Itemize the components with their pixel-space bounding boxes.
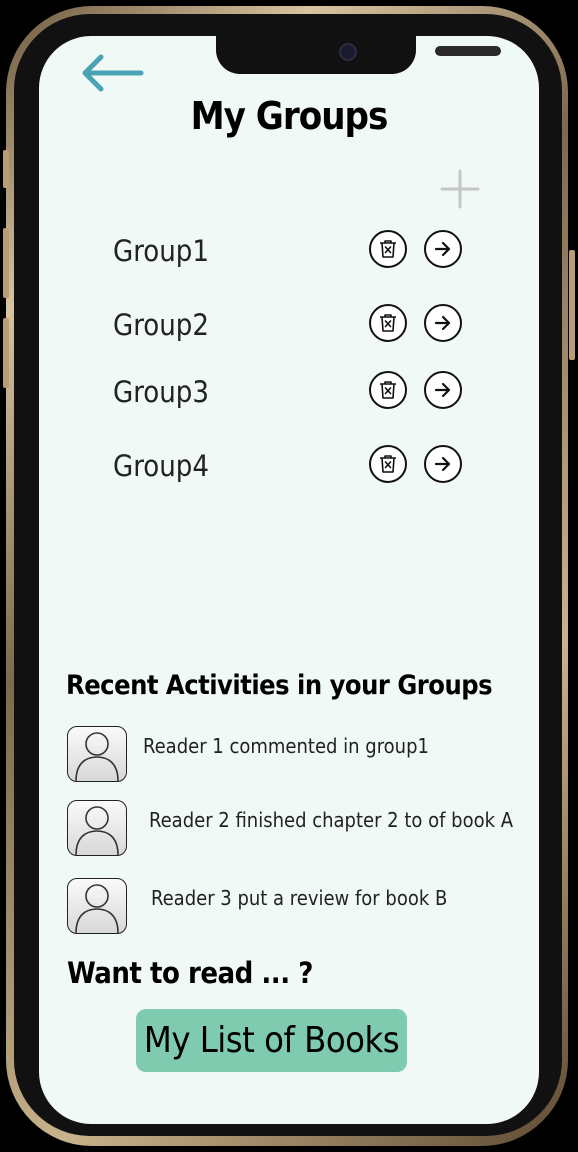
my-list-of-books-button[interactable]: My List of Books	[136, 1009, 407, 1072]
want-to-read-heading: Want to read ... ?	[67, 956, 313, 990]
user-icon	[75, 732, 119, 781]
open-group-button[interactable]	[424, 304, 462, 342]
avatar[interactable]	[67, 726, 127, 782]
volume-up-button	[3, 228, 9, 298]
group-name[interactable]: Group4	[113, 449, 209, 483]
user-icon	[75, 884, 119, 933]
recent-activities-heading: Recent Activities in your Groups	[66, 670, 493, 701]
group-name[interactable]: Group1	[113, 234, 209, 268]
avatar[interactable]	[67, 800, 127, 856]
power-button	[569, 250, 575, 360]
activity-text: Reader 2 finished chapter 2 to of book A	[149, 808, 514, 832]
open-group-button[interactable]	[424, 371, 462, 409]
open-group-button[interactable]	[424, 230, 462, 268]
notch	[216, 36, 501, 74]
arrow-right-icon	[434, 315, 451, 331]
silent-switch	[3, 150, 9, 188]
activity-text: Reader 3 put a review for book B	[151, 886, 448, 910]
back-button[interactable]	[79, 54, 145, 92]
trash-x-icon	[380, 455, 396, 473]
avatar[interactable]	[67, 878, 127, 934]
trash-x-icon	[380, 381, 396, 399]
group-name[interactable]: Group3	[113, 375, 209, 409]
delete-group-button[interactable]	[369, 230, 407, 268]
arrow-left-icon	[82, 54, 144, 92]
group-row: Group4	[109, 445, 479, 489]
group-row: Group1	[109, 230, 479, 274]
group-name[interactable]: Group2	[113, 308, 209, 342]
activity-item[interactable]: Reader 1 commented in group1	[67, 726, 527, 784]
open-group-button[interactable]	[424, 445, 462, 483]
add-group-button[interactable]	[439, 168, 481, 210]
arrow-right-icon	[434, 456, 451, 472]
trash-x-icon	[380, 314, 396, 332]
delete-group-button[interactable]	[369, 371, 407, 409]
plus-icon	[440, 169, 480, 209]
activity-item[interactable]: Reader 3 put a review for book B	[67, 878, 527, 936]
speaker	[435, 46, 501, 56]
trash-x-icon	[380, 240, 396, 258]
volume-down-button	[3, 318, 9, 388]
delete-group-button[interactable]	[369, 445, 407, 483]
arrow-right-icon	[434, 382, 451, 398]
page-title: My Groups	[190, 94, 389, 138]
delete-group-button[interactable]	[369, 304, 407, 342]
activity-text: Reader 1 commented in group1	[143, 734, 429, 758]
activity-item[interactable]: Reader 2 finished chapter 2 to of book A	[67, 800, 527, 858]
arrow-right-icon	[434, 241, 451, 257]
user-icon	[75, 806, 119, 855]
group-row: Group3	[109, 371, 479, 415]
app-screen: My Groups Group1 Group2 Group3 Group4 Re…	[39, 36, 539, 1124]
front-camera	[339, 43, 357, 61]
group-row: Group2	[109, 304, 479, 348]
